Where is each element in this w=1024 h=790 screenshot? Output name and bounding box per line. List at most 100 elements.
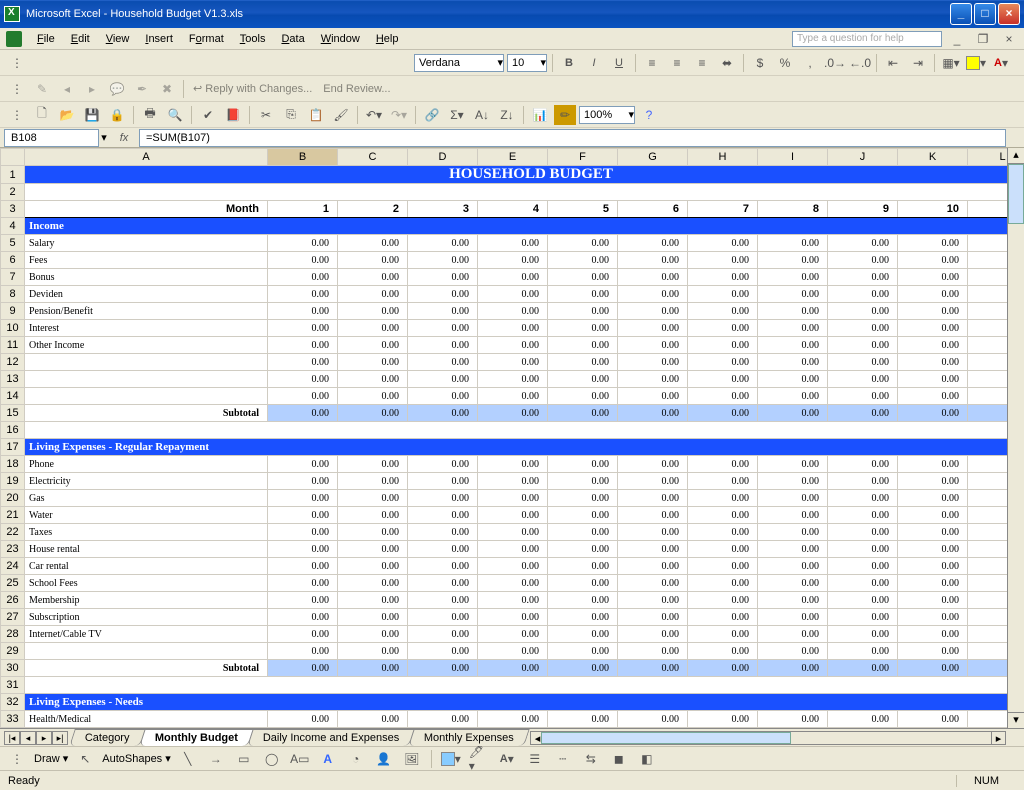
cell[interactable]: 0.00: [618, 286, 688, 303]
cell[interactable]: 0.00: [828, 660, 898, 677]
cell[interactable]: 0.00: [268, 626, 338, 643]
col-header-D[interactable]: D: [408, 149, 478, 166]
row-header-26[interactable]: 26: [1, 592, 25, 609]
cell[interactable]: 0.00: [898, 609, 968, 626]
cell[interactable]: 0.00: [338, 320, 408, 337]
cell[interactable]: 0.00: [478, 354, 548, 371]
cell[interactable]: 0.00: [828, 490, 898, 507]
cell[interactable]: 0.00: [898, 660, 968, 677]
close-button[interactable]: ×: [998, 3, 1020, 25]
rectangle-button[interactable]: ▭: [233, 749, 255, 769]
cell[interactable]: 0.00: [338, 388, 408, 405]
redo-button[interactable]: ↷▾: [388, 105, 410, 125]
cell[interactable]: 0.00: [758, 541, 828, 558]
row-label[interactable]: Restaurants/Eating Out: [25, 728, 268, 729]
cell[interactable]: 0.00: [408, 252, 478, 269]
cell[interactable]: 0.00: [898, 388, 968, 405]
cell[interactable]: 0.00: [618, 507, 688, 524]
menu-window[interactable]: Window: [314, 31, 367, 47]
row-label[interactable]: [25, 388, 268, 405]
cell[interactable]: 0.00: [688, 269, 758, 286]
line-color-button[interactable]: 🖊▾: [468, 749, 490, 769]
cell[interactable]: 0.00: [688, 371, 758, 388]
select-objects-button[interactable]: ↖: [74, 749, 96, 769]
cell[interactable]: 0.00: [618, 626, 688, 643]
cell[interactable]: 0.00: [408, 626, 478, 643]
cell[interactable]: 0.00: [548, 575, 618, 592]
cell[interactable]: 0.00: [268, 507, 338, 524]
cell[interactable]: 0.00: [408, 660, 478, 677]
cell[interactable]: 0.00: [758, 728, 828, 729]
cell[interactable]: 0.00: [548, 728, 618, 729]
cell[interactable]: 0.00: [338, 354, 408, 371]
draw-menu[interactable]: Draw ▾: [34, 752, 68, 765]
borders-button[interactable]: ▦▾: [940, 53, 962, 73]
cell[interactable]: 0.00: [548, 626, 618, 643]
cell[interactable]: 0.00: [828, 252, 898, 269]
cell[interactable]: 0.00: [828, 405, 898, 422]
cell[interactable]: 0.00: [478, 728, 548, 729]
cell[interactable]: 0.00: [408, 728, 478, 729]
row-label[interactable]: Water: [25, 507, 268, 524]
row-header-3[interactable]: 3: [1, 201, 25, 218]
cell[interactable]: 0.00: [898, 507, 968, 524]
cell[interactable]: [25, 677, 1024, 694]
sheet-tab[interactable]: Monthly Expenses: [408, 729, 529, 746]
cell[interactable]: 0.00: [758, 507, 828, 524]
end-review-button[interactable]: End Review...: [319, 83, 394, 95]
month-num[interactable]: 2: [338, 201, 408, 218]
cell[interactable]: 0.00: [268, 711, 338, 728]
cell[interactable]: 0.00: [408, 269, 478, 286]
cell[interactable]: 0.00: [828, 456, 898, 473]
sort-asc-button[interactable]: A↓: [471, 105, 493, 125]
row-header-24[interactable]: 24: [1, 558, 25, 575]
cell[interactable]: 0.00: [338, 524, 408, 541]
align-center-button[interactable]: ≡: [666, 53, 688, 73]
cell[interactable]: 0.00: [758, 558, 828, 575]
cell[interactable]: 0.00: [408, 558, 478, 575]
cell[interactable]: 0.00: [478, 235, 548, 252]
row-header-19[interactable]: 19: [1, 473, 25, 490]
cell[interactable]: 0.00: [898, 626, 968, 643]
cell[interactable]: 0.00: [688, 252, 758, 269]
line-style-button[interactable]: ☰: [524, 749, 546, 769]
cell[interactable]: 0.00: [338, 609, 408, 626]
cell[interactable]: 0.00: [478, 303, 548, 320]
cell[interactable]: [25, 184, 1024, 201]
cell[interactable]: 0.00: [618, 371, 688, 388]
cell[interactable]: 0.00: [338, 711, 408, 728]
cell[interactable]: 0.00: [268, 473, 338, 490]
sheet-tab[interactable]: Daily Income and Expenses: [247, 729, 415, 746]
cell[interactable]: 0.00: [268, 456, 338, 473]
arrow-button[interactable]: →: [205, 749, 227, 769]
cell[interactable]: 0.00: [478, 626, 548, 643]
decrease-decimal-button[interactable]: ←.0: [849, 53, 871, 73]
cell[interactable]: 0.00: [618, 252, 688, 269]
title-cell[interactable]: HOUSEHOLD BUDGET: [25, 166, 1024, 184]
cell[interactable]: 0.00: [898, 541, 968, 558]
row-header-15[interactable]: 15: [1, 405, 25, 422]
cell[interactable]: 0.00: [688, 405, 758, 422]
menu-data[interactable]: Data: [274, 31, 311, 47]
cell[interactable]: 0.00: [758, 524, 828, 541]
col-header-J[interactable]: J: [828, 149, 898, 166]
cell[interactable]: 0.00: [268, 337, 338, 354]
cell[interactable]: 0.00: [548, 269, 618, 286]
cell[interactable]: 0.00: [688, 711, 758, 728]
section-header[interactable]: Living Expenses - Regular Repayment: [25, 439, 1024, 456]
increase-indent-button[interactable]: ⇥: [907, 53, 929, 73]
menu-insert[interactable]: Insert: [138, 31, 180, 47]
cell[interactable]: 0.00: [898, 575, 968, 592]
row-header-34[interactable]: 34: [1, 728, 25, 729]
font-color-draw-button[interactable]: A▾: [496, 749, 518, 769]
merge-center-button[interactable]: ⬌: [716, 53, 738, 73]
row-header-23[interactable]: 23: [1, 541, 25, 558]
cell[interactable]: 0.00: [828, 592, 898, 609]
cell[interactable]: 0.00: [268, 643, 338, 660]
copy-button[interactable]: ⎘: [280, 105, 302, 125]
cell[interactable]: 0.00: [408, 507, 478, 524]
cell[interactable]: 0.00: [338, 269, 408, 286]
autosum-button[interactable]: Σ▾: [446, 105, 468, 125]
cell[interactable]: 0.00: [338, 507, 408, 524]
prev-comment-button[interactable]: ◂: [56, 79, 78, 99]
